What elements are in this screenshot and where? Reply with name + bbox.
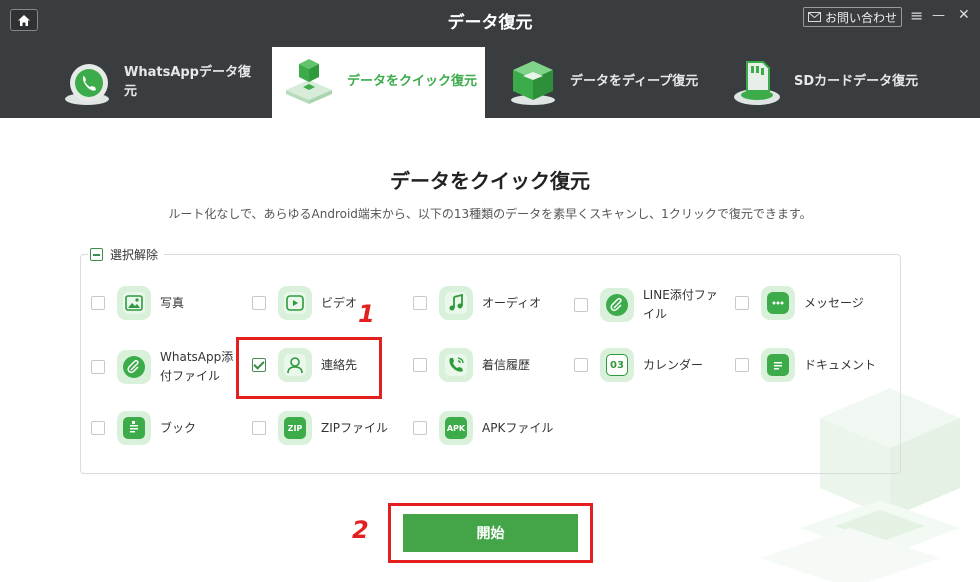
tab-whatsapp-restore[interactable]: WhatsAppデータ復 元 — [50, 47, 265, 118]
zip-icon-text: ZIP — [287, 423, 303, 433]
page-title: データをクイック復元 — [390, 169, 590, 193]
highlight-box-contacts — [236, 337, 382, 399]
audio-icon — [439, 286, 473, 320]
tab-label: SDカードデータ復元 — [794, 74, 919, 89]
item-label: ドキュメント — [804, 357, 877, 372]
data-type-item[interactable]: ブック — [91, 411, 196, 445]
data-type-item[interactable]: ビデオ — [252, 286, 357, 320]
item-checkbox[interactable] — [574, 358, 588, 372]
tab-label: データをディープ復元 — [570, 74, 699, 89]
minus-checkbox-icon[interactable] — [90, 248, 103, 261]
item-checkbox[interactable] — [91, 421, 105, 435]
deselect-all-toggle[interactable]: 選択解除 — [88, 246, 165, 263]
tab-label-line1: WhatsAppデータ復 — [124, 65, 251, 80]
zip-file-icon: ZIP — [278, 411, 312, 445]
item-label: メッセージ — [804, 295, 864, 310]
item-checkbox[interactable] — [413, 358, 427, 372]
item-checkbox[interactable] — [91, 296, 105, 310]
tab-label-line2: 元 — [124, 84, 138, 99]
call-history-icon — [439, 348, 473, 382]
apk-file-icon: APK — [439, 411, 473, 445]
video-icon — [278, 286, 312, 320]
item-checkbox[interactable] — [252, 296, 266, 310]
data-type-item[interactable]: WhatsApp添 付ファイル — [91, 348, 233, 386]
item-label: 着信履歴 — [482, 357, 531, 372]
item-label: 写真 — [160, 295, 185, 310]
item-label-line2: 付ファイル — [160, 369, 221, 383]
tab-sd-card-restore[interactable]: SDカードデータ復元 — [714, 47, 929, 118]
sd-card-icon — [732, 57, 782, 111]
item-label: APKファイル — [482, 420, 554, 435]
data-type-item[interactable]: ドキュメント — [735, 348, 876, 382]
item-label: カレンダー — [643, 357, 704, 372]
annotation-marker-1: 1 — [358, 300, 375, 328]
data-type-item[interactable]: APK APKファイル — [413, 411, 553, 445]
top-bar: データ復元 お問い合わせ ≡ — ✕ WhatsAppデータ復 元 データをクイ… — [0, 0, 980, 118]
menu-icon[interactable]: ≡ — [910, 6, 923, 25]
calendar-icon-text: 03 — [610, 359, 624, 371]
book-icon — [117, 411, 151, 445]
close-icon[interactable]: ✕ — [958, 7, 970, 23]
whatsapp-attachment-icon — [117, 350, 151, 384]
data-type-item[interactable]: メッセージ — [735, 286, 864, 320]
tab-quick-restore[interactable]: データをクイック復元 — [272, 47, 485, 118]
data-type-item[interactable]: オーディオ — [413, 286, 541, 320]
tab-deep-restore[interactable]: データをディープ復元 — [492, 47, 707, 118]
item-checkbox[interactable] — [735, 296, 749, 310]
photo-icon — [117, 286, 151, 320]
item-label: オーディオ — [482, 295, 542, 310]
item-label-line1: WhatsApp添 — [160, 350, 234, 364]
quick-restore-cube-icon — [282, 56, 336, 110]
item-label: ビデオ — [321, 295, 358, 310]
deep-restore-cube-icon — [508, 58, 558, 110]
document-icon — [761, 348, 795, 382]
message-icon — [761, 286, 795, 320]
whatsapp-phone-icon — [62, 61, 112, 111]
item-label: ZIPファイル — [321, 420, 388, 435]
calendar-icon: 03 — [600, 348, 634, 382]
item-checkbox[interactable] — [574, 298, 588, 312]
tab-label: データをクイック復元 — [347, 74, 478, 89]
data-type-item[interactable]: 03 カレンダー — [574, 348, 703, 382]
item-label-line1: LINE添付ファ — [643, 288, 718, 302]
item-label-line2: イル — [643, 307, 668, 321]
item-checkbox[interactable] — [413, 296, 427, 310]
mail-icon — [807, 12, 821, 22]
data-type-item[interactable]: LINE添付ファ イル — [574, 286, 718, 324]
annotation-marker-2: 2 — [352, 516, 369, 544]
deselect-all-label: 選択解除 — [110, 248, 159, 262]
apk-icon-text: APK — [446, 423, 466, 433]
line-attachment-icon — [600, 288, 634, 322]
item-checkbox[interactable] — [413, 421, 427, 435]
data-type-item[interactable]: ZIP ZIPファイル — [252, 411, 388, 445]
item-label: ブック — [160, 420, 197, 435]
item-checkbox[interactable] — [735, 358, 749, 372]
start-button[interactable]: 開始 — [403, 514, 578, 552]
item-checkbox[interactable] — [252, 421, 266, 435]
data-type-item[interactable]: 写真 — [91, 286, 184, 320]
data-type-item[interactable]: 着信履歴 — [413, 348, 530, 382]
contact-label: お問い合わせ — [824, 10, 897, 25]
item-checkbox[interactable] — [91, 360, 105, 374]
minimize-icon[interactable]: — — [932, 8, 945, 23]
contact-button[interactable]: お問い合わせ — [803, 7, 902, 27]
page-subtitle: ルート化なしで、あらゆるAndroid端末から、以下の13種類のデータを素早くス… — [168, 207, 812, 221]
